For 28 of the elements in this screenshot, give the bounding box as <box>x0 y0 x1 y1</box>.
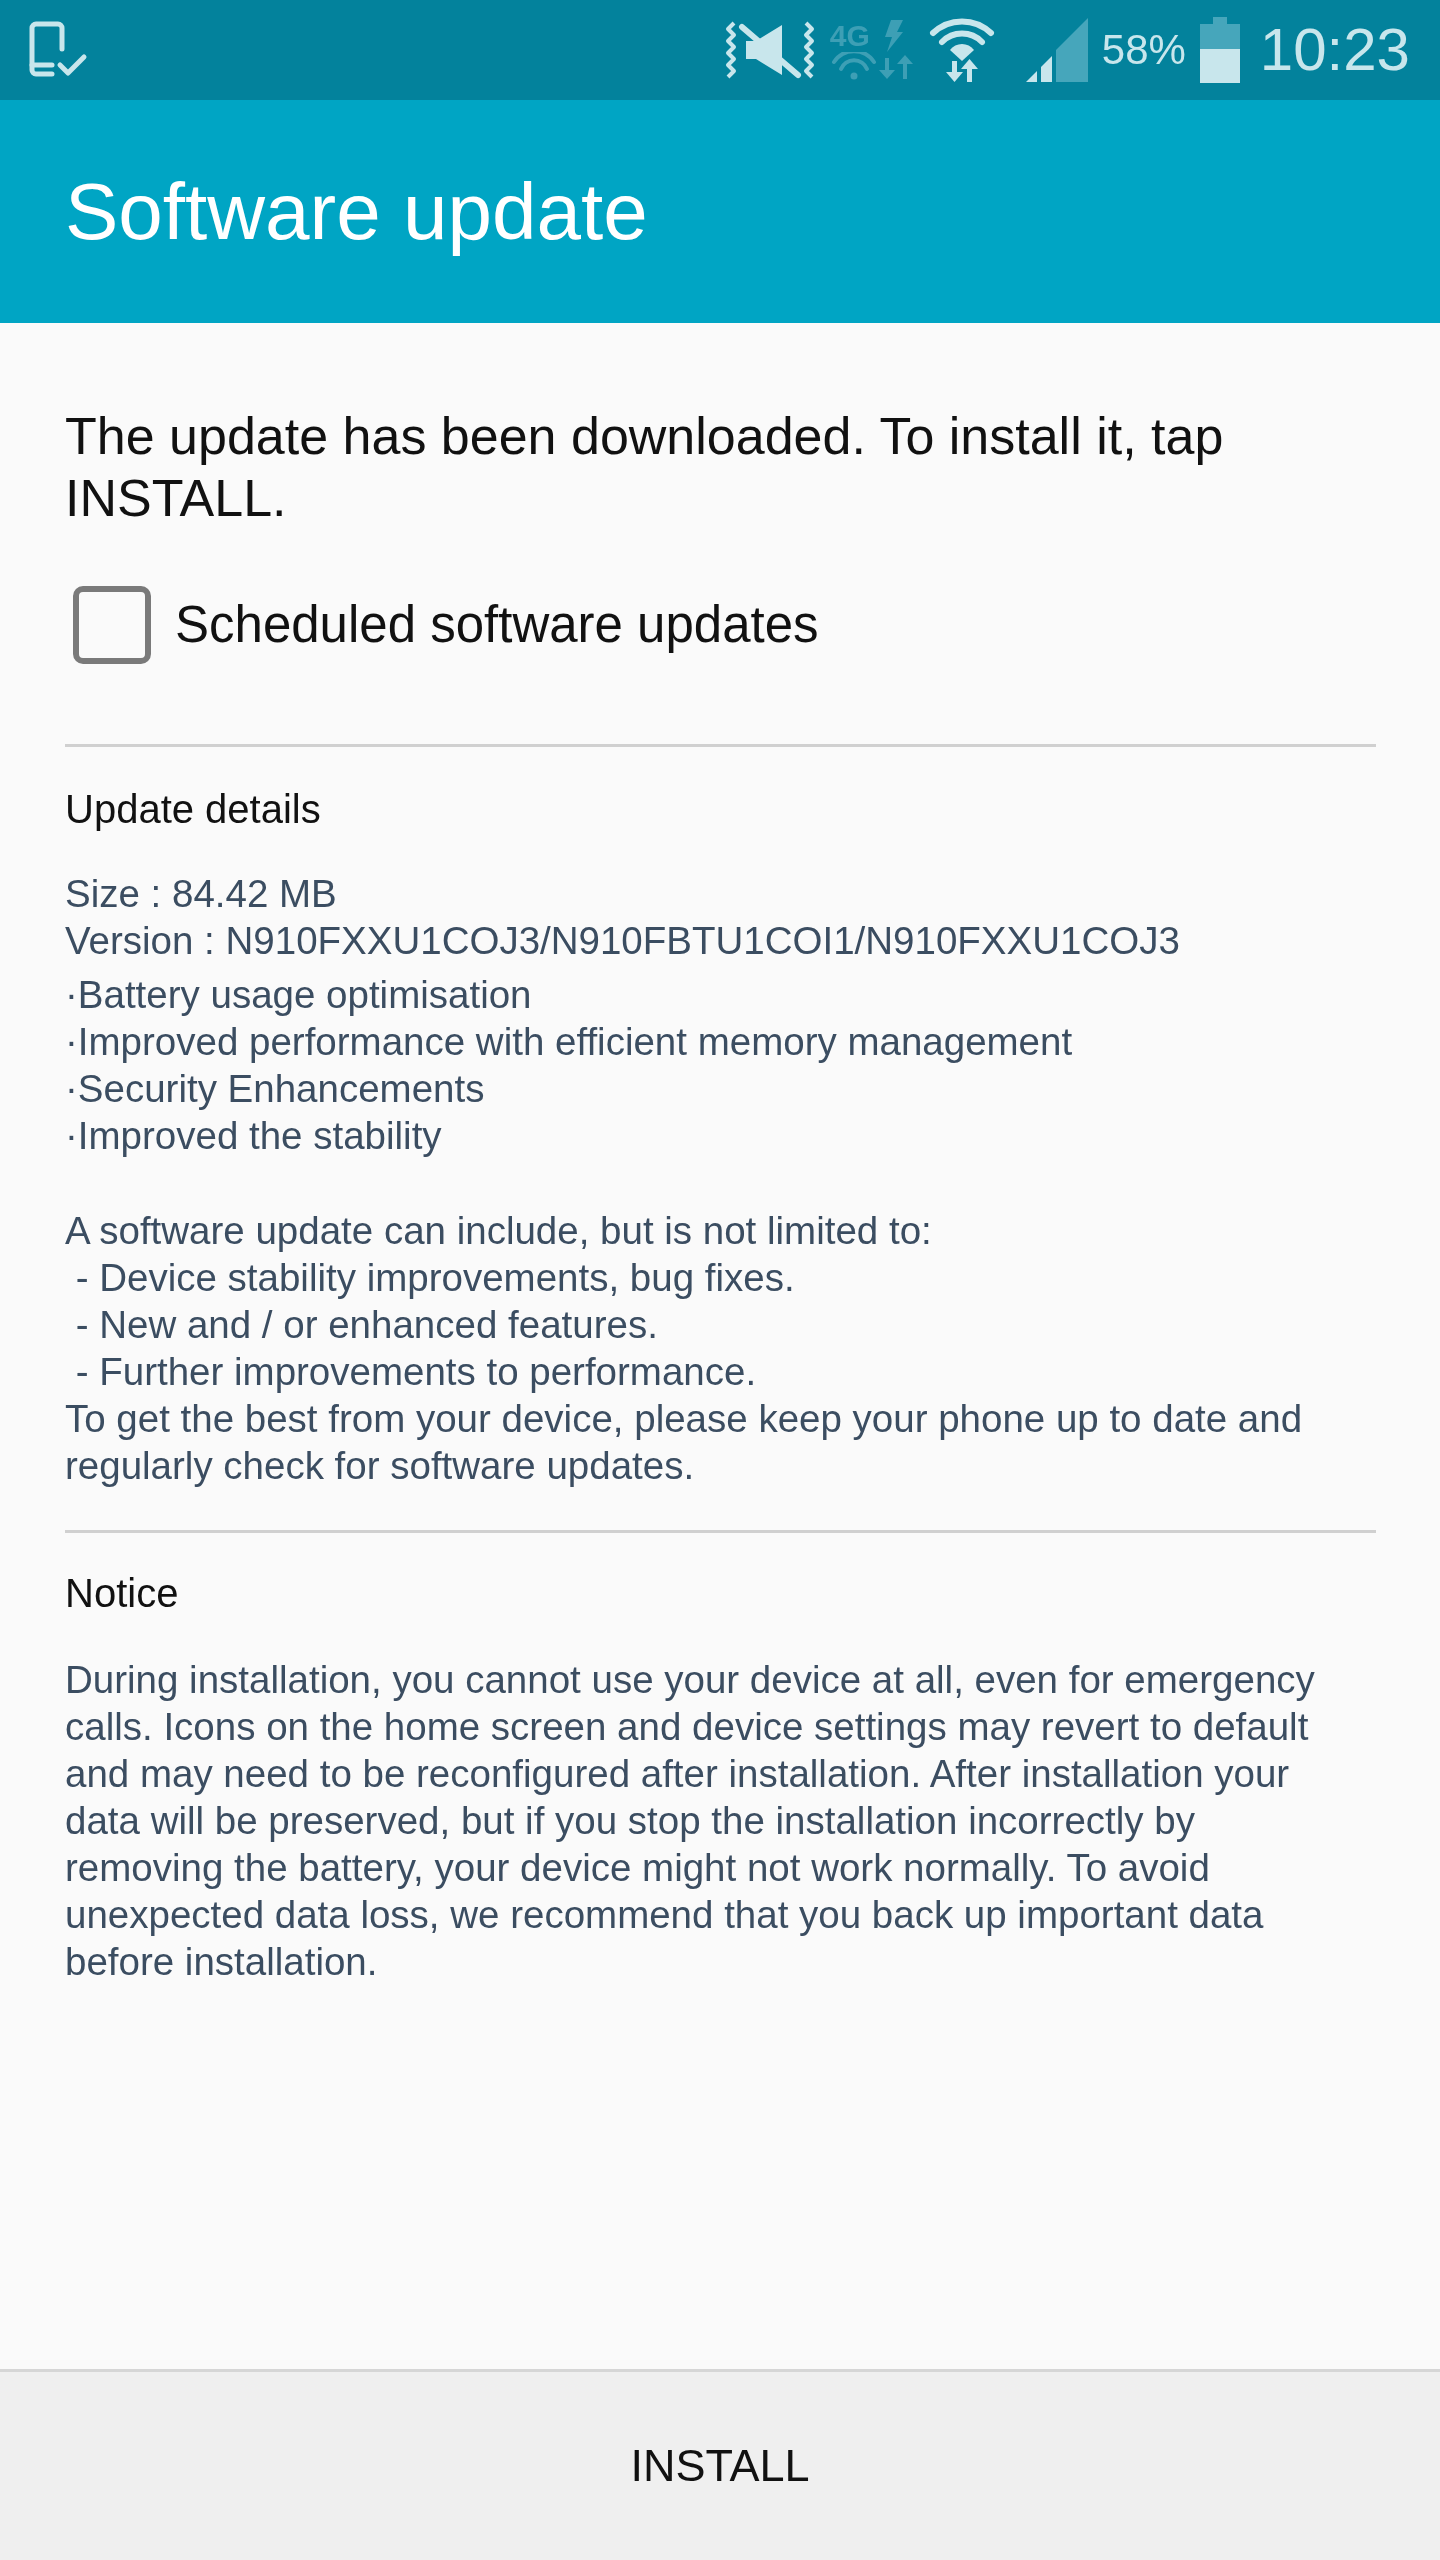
notice-paragraph: During installation, you cannot use your device at all, even for emergency calls. Icons on the home screen and device settings may revert to default and may need to be reconfigured after installation. After installation your data will be preserved, but if you stop the installation incorrectly by removing the battery, your device might not work normally. To avoid unexpected data loss, we recommend that you back up important data before installation. <box>65 1657 1316 1985</box>
advice-paragraph: To get the best from your device, please keep your phone up to date and regularly check for software updates. <box>65 1396 1304 1489</box>
scheduled-updates-checkbox[interactable] <box>73 586 151 664</box>
intro-line: A software update can include, but is not limited to: <box>65 1208 933 1254</box>
version-line: Version : N910FXXU1COJ3/N910FBTU1COI1/N910FXXU1COJ3 <box>65 918 1181 964</box>
install-button[interactable]: INSTALL <box>0 2369 1440 2560</box>
size-line: Size : 84.42 MB <box>65 871 338 917</box>
change-item: ·Security Enhancements <box>65 1066 486 1112</box>
wifi-icon <box>927 17 996 83</box>
change-item: ·Improved the stability <box>65 1113 443 1159</box>
include-item: - Further improvements to performance. <box>74 1349 758 1395</box>
change-item: ·Battery usage optimisation <box>65 972 533 1018</box>
mute-vibrate-icon <box>723 19 816 81</box>
change-item: ·Improved performance with efficient memory management <box>65 1019 1074 1065</box>
network-type-label: 4G <box>829 20 870 52</box>
install-message: The update has been downloaded. To install it, tap INSTALL. <box>65 406 1225 529</box>
battery-icon <box>1199 17 1240 83</box>
wifi-arrows-icon <box>829 52 914 80</box>
include-item: - New and / or enhanced features. <box>74 1302 659 1348</box>
section-heading: Update details <box>65 786 322 833</box>
phone-check-icon <box>28 21 88 79</box>
lightning-icon <box>882 20 903 52</box>
battery-percent: 58% <box>1101 26 1186 74</box>
screen-title: Software update <box>65 165 648 258</box>
section-heading: Notice <box>65 1570 180 1617</box>
checkbox-label[interactable]: Scheduled software updates <box>175 595 819 655</box>
include-item: - Device stability improvements, bug fixes. <box>74 1255 796 1301</box>
clock: 10:23 <box>1259 16 1410 84</box>
